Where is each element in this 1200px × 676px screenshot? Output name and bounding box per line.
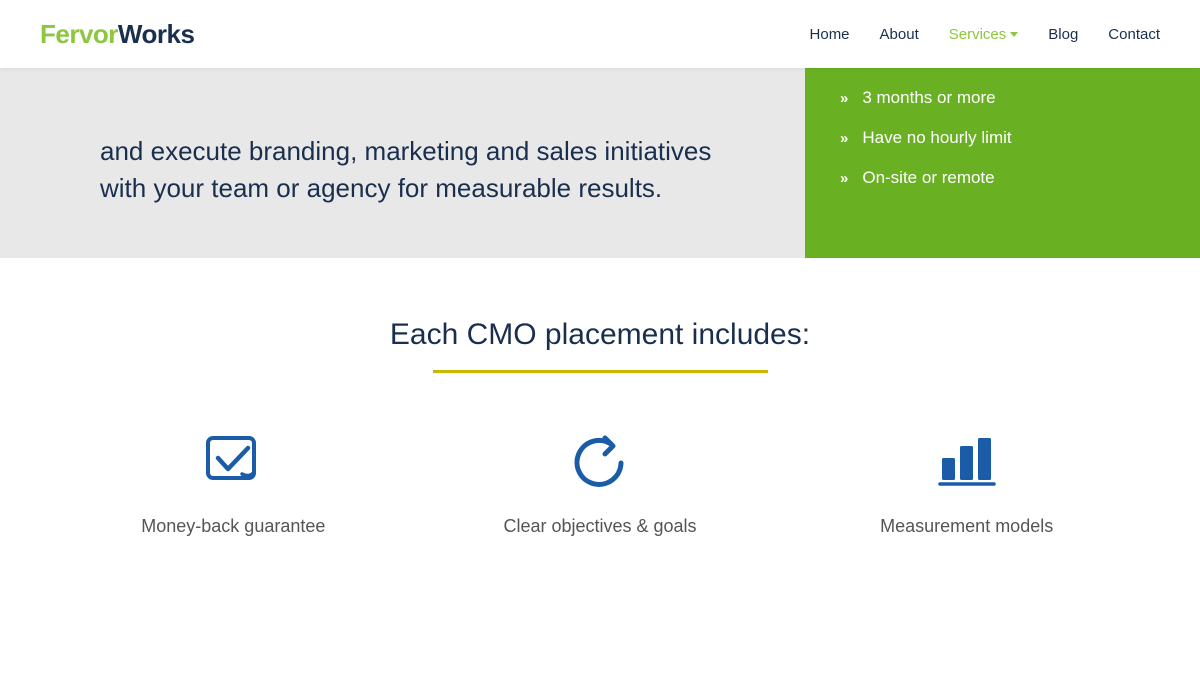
bullet-label: On-site or remote: [862, 168, 994, 188]
hero-description: and execute branding, marketing and sale…: [100, 133, 745, 208]
bullet-arrow-icon: »: [840, 90, 848, 107]
bullet-arrow-icon: »: [840, 130, 848, 147]
logo-fervor: Fervor: [40, 19, 118, 49]
site-header: FervorWorks Home About Services Blog Con…: [0, 0, 1200, 68]
nav-blog[interactable]: Blog: [1048, 26, 1078, 43]
hero-left-panel: and execute branding, marketing and sale…: [0, 68, 805, 258]
main-nav: Home About Services Blog Contact: [810, 26, 1160, 43]
feature-label: Measurement models: [880, 516, 1053, 537]
list-item: » Have no hourly limit: [840, 128, 1170, 148]
feature-label: Money-back guarantee: [141, 516, 325, 537]
cmo-section: Each CMO placement includes: Money-back …: [0, 258, 1200, 587]
hero-section: and execute branding, marketing and sale…: [0, 68, 1200, 258]
feature-objectives: Clear objectives & goals: [417, 428, 784, 537]
chevron-down-icon: [1010, 32, 1018, 37]
chart-icon: [932, 428, 1002, 498]
features-row: Money-back guarantee Clear objectives & …: [50, 428, 1150, 537]
nav-contact[interactable]: Contact: [1108, 26, 1160, 43]
nav-about[interactable]: About: [880, 26, 919, 43]
feature-measurement: Measurement models: [783, 428, 1150, 537]
refresh-icon: [565, 428, 635, 498]
feature-label: Clear objectives & goals: [503, 516, 696, 537]
list-item: » 3 months or more: [840, 88, 1170, 108]
bullet-label: Have no hourly limit: [862, 128, 1011, 148]
nav-home[interactable]: Home: [810, 26, 850, 43]
cmo-title: Each CMO placement includes:: [390, 318, 810, 352]
bullet-label: 3 months or more: [862, 88, 995, 108]
hero-right-panel: » 3 months or more » Have no hourly limi…: [805, 68, 1200, 258]
logo[interactable]: FervorWorks: [40, 19, 194, 50]
nav-services[interactable]: Services: [949, 26, 1019, 43]
cmo-divider: [433, 370, 768, 373]
checkmark-icon: [198, 428, 268, 498]
bullet-arrow-icon: »: [840, 170, 848, 187]
logo-works: Works: [118, 19, 195, 49]
feature-money-back: Money-back guarantee: [50, 428, 417, 537]
list-item: » On-site or remote: [840, 168, 1170, 188]
